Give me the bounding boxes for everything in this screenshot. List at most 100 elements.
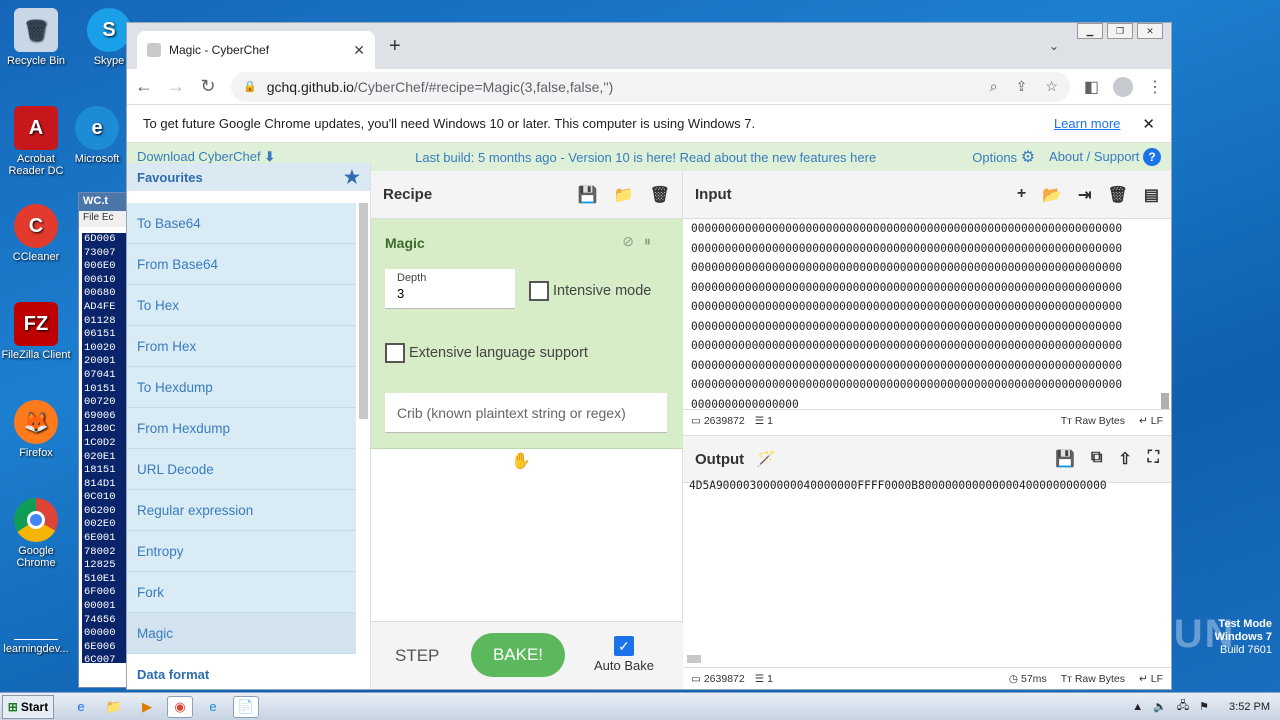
output-textarea[interactable]: 4D5A900003000000040000000FFFF0000B800000… — [689, 479, 1171, 492]
about-support-button[interactable]: About / Support ? — [1049, 148, 1161, 166]
checkbox-box[interactable] — [385, 343, 405, 363]
replace-input-icon[interactable]: ⇧ — [1118, 449, 1131, 469]
build-notice-link[interactable]: Last build: 5 months ago - Version 10 is… — [415, 150, 876, 165]
checkbox-box[interactable] — [529, 281, 549, 301]
input-eol[interactable]: ↵ LF — [1139, 415, 1163, 427]
menu-kebab-icon[interactable]: ⋮ — [1147, 77, 1163, 97]
search-icon[interactable]: ⌕ — [990, 78, 998, 95]
network-icon[interactable]: 🖧 — [1177, 697, 1189, 716]
add-tab-icon[interactable]: + — [1017, 185, 1026, 205]
extensive-language-checkbox[interactable]: Extensive language support — [385, 343, 588, 363]
start-button[interactable]: ⊞ Start — [2, 694, 54, 719]
tray-expand-icon[interactable]: ▲ — [1132, 701, 1143, 713]
output-encoding[interactable]: Tт Raw Bytes — [1061, 673, 1125, 685]
operation-item[interactable]: From Hexdump — [127, 408, 356, 449]
desktop-icon-firefox[interactable]: 🦊 Firefox — [0, 400, 72, 459]
bake-button[interactable]: BAKE! — [471, 633, 565, 677]
data-format-category[interactable]: Data format — [127, 654, 370, 689]
input-textarea[interactable]: 0000000000000000000000000000000000000000… — [691, 219, 1157, 409]
operation-item[interactable]: To Hex — [127, 285, 356, 326]
favourites-header[interactable]: Favourites ★ — [127, 163, 370, 191]
depth-input[interactable]: 3 — [385, 284, 515, 303]
restore-button[interactable]: ❐ — [1107, 23, 1133, 39]
explorer-taskbar-icon[interactable]: 📁 — [101, 696, 127, 718]
operation-item[interactable]: Regular expression — [127, 490, 356, 531]
watermark-line: Test Mode — [1218, 618, 1272, 630]
input-encoding[interactable]: Tт Raw Bytes — [1061, 415, 1125, 427]
media-player-taskbar-icon[interactable]: ▶ — [134, 696, 160, 718]
forward-icon[interactable]: → — [167, 76, 185, 97]
minimize-button[interactable]: ▁ — [1077, 23, 1103, 39]
operation-item[interactable]: From Base64 — [127, 244, 356, 285]
magic-wand-icon[interactable]: 🪄 — [756, 449, 776, 469]
file-icon — [14, 616, 58, 640]
profile-avatar-icon[interactable] — [1113, 76, 1133, 97]
desktop-icon-microsoft[interactable]: e Microsoft — [64, 106, 130, 165]
clock[interactable]: 3:52 PM — [1229, 701, 1270, 713]
bookmark-star-icon[interactable]: ☆ — [1045, 78, 1058, 95]
desktop-icon-acrobat[interactable]: A Acrobat Reader DC — [0, 106, 72, 177]
save-recipe-icon[interactable]: 💾 — [578, 185, 598, 205]
magic-operation[interactable]: Magic ⊘⏸ Depth 3 Intensive mode Extensiv… — [371, 219, 683, 449]
flag-icon[interactable]: ⚑ — [1199, 700, 1209, 713]
depth-field[interactable]: Depth 3 — [385, 269, 515, 309]
new-tab-icon[interactable]: + — [389, 35, 401, 58]
text-content: 6D006 73007 006E0 00610 00680 AD4FE 01128 06151… — [82, 233, 126, 663]
clear-recipe-icon[interactable]: 🗑 — [650, 185, 670, 205]
output-eol[interactable]: ↵ LF — [1139, 673, 1163, 685]
copy-output-icon[interactable]: ⧉ — [1091, 449, 1102, 469]
windows-logo-icon: ⊞ — [7, 699, 18, 714]
load-recipe-icon[interactable]: 📁 — [614, 185, 634, 205]
learn-more-link[interactable]: Learn more — [1054, 116, 1120, 131]
volume-icon[interactable]: 🔈 — [1153, 700, 1167, 713]
input-scrollbar[interactable] — [1161, 393, 1169, 409]
open-file-icon[interactable]: ⇥ — [1078, 185, 1091, 205]
operation-item[interactable]: From Hex — [127, 326, 356, 367]
desktop-icon-filezilla[interactable]: FZ FileZilla Client — [0, 302, 72, 361]
clear-input-icon[interactable]: 🗑 — [1108, 185, 1128, 205]
output-scrollbar[interactable] — [687, 655, 701, 663]
address-bar[interactable]: 🔒 gchq.github.io/CyberChef/#recipe=Magic… — [231, 71, 1070, 102]
side-panel-icon[interactable]: ◧ — [1084, 77, 1099, 97]
desktop-icon-learningdev[interactable]: learningdev... — [0, 616, 72, 655]
pause-icon[interactable]: ⏸ — [644, 233, 661, 249]
close-window-button[interactable]: ✕ — [1137, 23, 1163, 39]
operations-scrollbar[interactable] — [359, 203, 368, 419]
maximize-output-icon[interactable]: ⛶ — [1148, 449, 1159, 469]
auto-bake-checkbox[interactable]: ✓ Auto Bake — [589, 636, 659, 673]
close-infobar-icon[interactable]: ✕ — [1142, 115, 1155, 133]
reset-layout-icon[interactable]: ▤ — [1144, 185, 1159, 205]
recipe-header: Recipe 💾 📁 🗑 — [371, 171, 682, 219]
operation-item[interactable]: URL Decode — [127, 449, 356, 490]
text-line: 6C007 — [84, 654, 116, 663]
step-button[interactable]: STEP — [395, 646, 439, 666]
ie-taskbar-icon[interactable]: e — [68, 696, 94, 718]
reload-icon[interactable]: ↻ — [199, 76, 217, 97]
chrome-icon — [14, 498, 58, 542]
update-infobar: To get future Google Chrome updates, you… — [127, 105, 1171, 143]
open-folder-icon[interactable]: 📂 — [1042, 185, 1062, 205]
notepad-taskbar-icon[interactable]: 📄 — [233, 695, 259, 718]
options-button[interactable]: Options ⚙ — [972, 147, 1035, 167]
share-icon[interactable]: ⇪ — [1016, 78, 1028, 95]
operation-item[interactable]: To Hexdump — [127, 367, 356, 408]
close-tab-icon[interactable]: ✕ — [353, 42, 365, 59]
operation-item[interactable]: Fork — [127, 572, 356, 613]
browser-tab[interactable]: Magic - CyberChef ✕ — [137, 31, 375, 69]
operation-item[interactable]: Magic — [127, 613, 356, 654]
desktop-icon-ccleaner[interactable]: C CCleaner — [0, 204, 72, 263]
back-icon[interactable]: ← — [135, 76, 153, 97]
operation-item[interactable]: To Base64 — [127, 203, 356, 244]
desktop-icon-recycle-bin[interactable]: 🗑 Recycle Bin — [0, 8, 72, 67]
save-output-icon[interactable]: 💾 — [1055, 449, 1075, 469]
operation-item[interactable]: Entropy — [127, 531, 356, 572]
desktop-icon-chrome[interactable]: Google Chrome — [0, 498, 72, 569]
tab-title: Magic - CyberChef — [169, 43, 270, 57]
tab-search-icon[interactable]: ⌄ — [1049, 39, 1059, 53]
intensive-mode-checkbox[interactable]: Intensive mode — [529, 281, 651, 301]
edge-taskbar-icon[interactable]: e — [200, 696, 226, 718]
disable-icon[interactable]: ⊘ — [622, 233, 644, 249]
chrome-taskbar-icon[interactable]: ◉ — [167, 695, 193, 718]
crib-input[interactable]: Crib (known plaintext string or regex) — [385, 393, 667, 433]
text-line: 20001 — [84, 355, 116, 368]
